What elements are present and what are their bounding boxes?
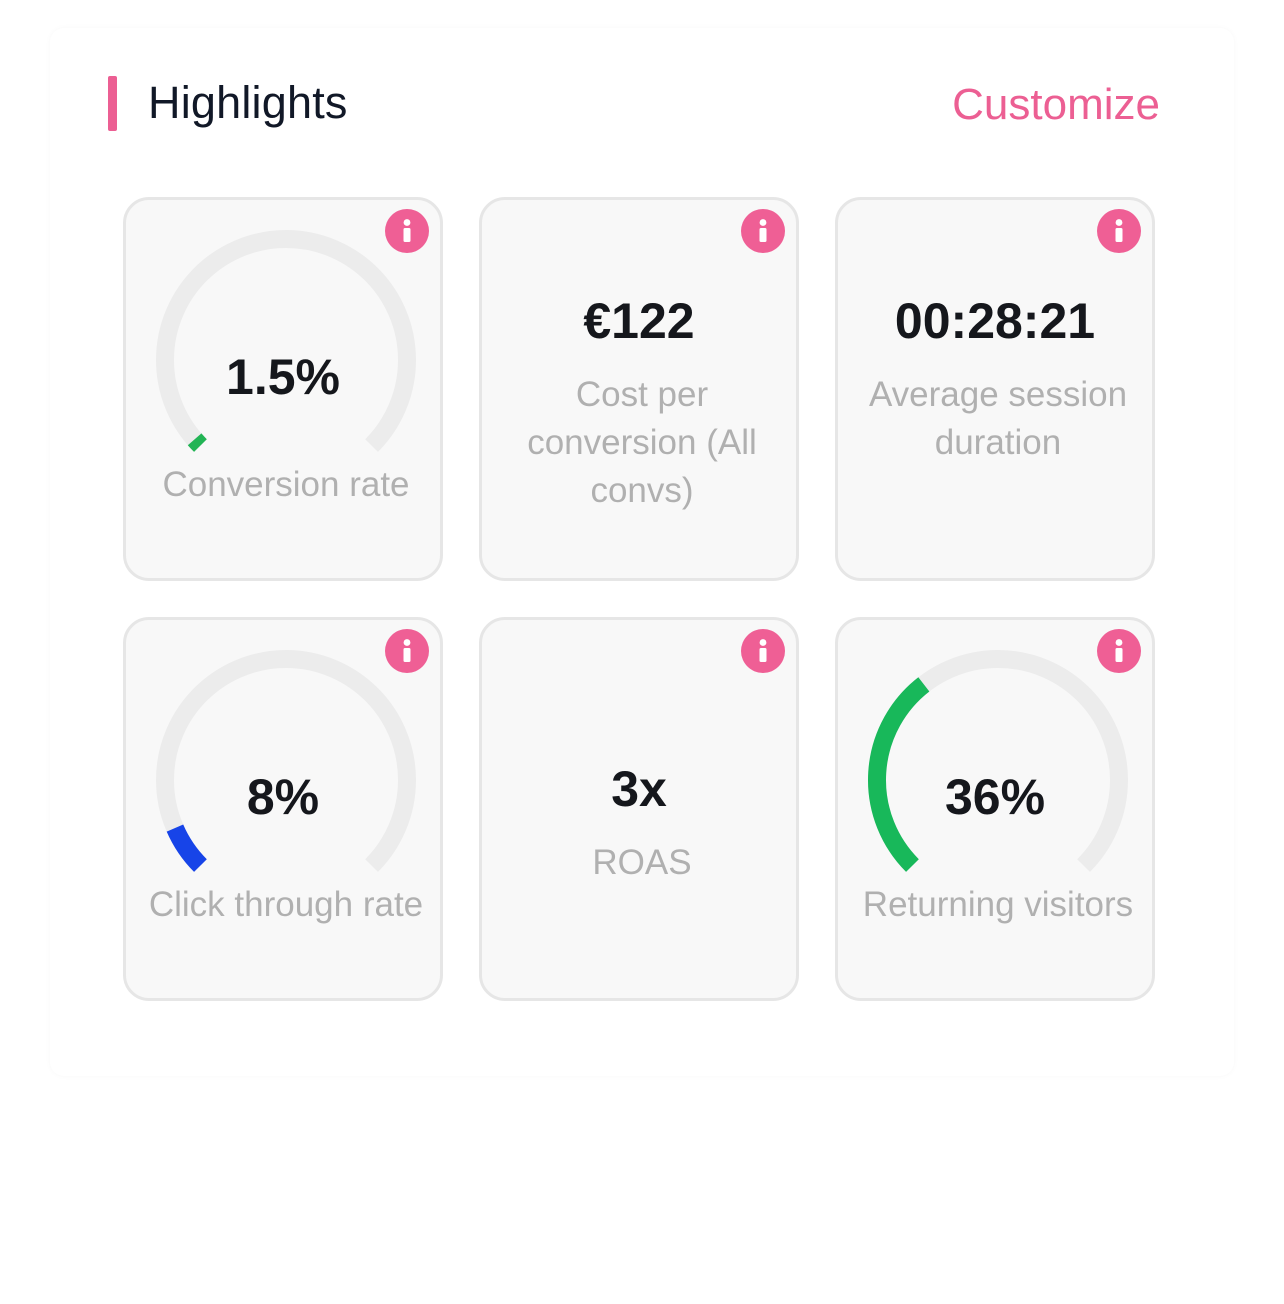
info-icon <box>741 629 785 673</box>
info-icon <box>1097 209 1141 253</box>
gauge-progress <box>166 824 208 872</box>
metric-value: 36% <box>944 769 1046 825</box>
info-button[interactable] <box>1097 629 1141 673</box>
metric-card-average-session-duration: 00:28:21 Average session duration <box>835 197 1155 581</box>
metric-label: Average session duration <box>868 375 1128 462</box>
header-accent-bar <box>108 76 117 131</box>
metric-card-click-through-rate: 8% Click through rate <box>123 617 443 1001</box>
metric-value: €122 <box>583 293 695 349</box>
metric-label: Click through rate <box>148 885 424 924</box>
metric-value: 3x <box>611 761 667 817</box>
metric-card-returning-visitors: 36% Returning visitors <box>835 617 1155 1001</box>
metric-card-conversion-rate: 1.5% Conversion rate <box>123 197 443 581</box>
info-button[interactable] <box>1097 209 1141 253</box>
info-button[interactable] <box>741 629 785 673</box>
metric-value: 8% <box>246 769 320 825</box>
gauge-track <box>156 650 416 872</box>
metric-label: ROAS <box>592 843 692 882</box>
section-title: Highlights <box>148 77 348 128</box>
metric-label: Cost per conversion (All convs) <box>527 375 757 510</box>
info-button[interactable] <box>741 209 785 253</box>
metric-label: Returning visitors <box>862 885 1134 924</box>
info-icon <box>1097 629 1141 673</box>
info-icon <box>741 209 785 253</box>
metric-card-roas: 3x ROAS <box>479 617 799 1001</box>
gauge-progress <box>187 433 207 452</box>
metric-card-cost-per-conversion: €122 Cost per conversion (All convs) <box>479 197 799 581</box>
info-icon <box>385 629 429 673</box>
info-button[interactable] <box>385 629 429 673</box>
customize-link[interactable]: Customize <box>952 76 1160 134</box>
info-icon <box>385 209 429 253</box>
metric-label: Conversion rate <box>162 465 410 504</box>
info-button[interactable] <box>385 209 429 253</box>
metric-value: 1.5% <box>226 349 340 405</box>
metric-value: 00:28:21 <box>894 293 1096 349</box>
gauge-track <box>156 230 416 452</box>
